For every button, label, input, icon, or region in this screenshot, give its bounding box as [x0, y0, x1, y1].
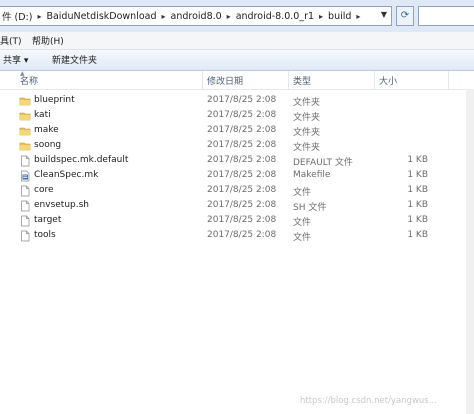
refresh-button[interactable]: ⟳ — [396, 6, 414, 26]
search-input[interactable] — [418, 6, 474, 26]
column-divider[interactable] — [202, 71, 203, 89]
list-item[interactable]: CleanSpec.mk 2017/8/25 2:08 Makefile 1 K… — [0, 169, 474, 184]
column-header-name[interactable]: 名称 — [20, 74, 38, 87]
folder-icon — [19, 97, 31, 106]
file-date: 2017/8/25 2:08 — [207, 230, 277, 240]
breadcrumb-drive[interactable]: 件 (D:) — [0, 9, 34, 23]
list-item[interactable]: soong 2017/8/25 2:08 文件夹 — [0, 139, 474, 154]
menu-bar: 具(T) 帮助(H) — [0, 32, 474, 50]
menu-help[interactable]: 帮助(H) — [32, 34, 64, 47]
file-icon — [21, 200, 30, 212]
file-name: soong — [34, 140, 62, 150]
column-header-size[interactable]: 大小 — [379, 74, 397, 87]
file-type: 文件夹 — [293, 98, 321, 108]
folder-icon — [19, 127, 31, 136]
address-bar-region: 件 (D:) ▸ BaiduNetdiskDownload ▸ android8.0 ▸ a… — [0, 0, 474, 33]
file-size: 1 KB — [407, 230, 428, 240]
file-date: 2017/8/25 2:08 — [207, 155, 277, 165]
breadcrumb-android8[interactable]: android8.0 — [169, 11, 224, 22]
list-item[interactable]: make 2017/8/25 2:08 文件夹 — [0, 124, 474, 139]
list-item[interactable]: kati 2017/8/25 2:08 文件夹 — [0, 109, 474, 124]
file-date: 2017/8/25 2:08 — [207, 170, 277, 180]
column-divider[interactable] — [374, 71, 375, 89]
file-name: buildspec.mk.default — [34, 155, 129, 165]
breadcrumb-separator-icon[interactable]: ▸ — [353, 12, 363, 21]
list-item[interactable]: buildspec.mk.default 2017/8/25 2:08 DEFA… — [0, 154, 474, 169]
breadcrumb-baidunetdiskdownload[interactable]: BaiduNetdiskDownload — [44, 11, 158, 22]
list-item[interactable]: target 2017/8/25 2:08 文件 1 KB — [0, 214, 474, 229]
file-name: kati — [34, 110, 51, 120]
file-name: envsetup.sh — [34, 200, 89, 210]
column-divider[interactable] — [288, 71, 289, 89]
file-date: 2017/8/25 2:08 — [207, 125, 277, 135]
file-date: 2017/8/25 2:08 — [207, 110, 277, 120]
file-icon — [21, 155, 30, 167]
file-date: 2017/8/25 2:08 — [207, 200, 277, 210]
file-size: 1 KB — [407, 215, 428, 225]
column-header-date[interactable]: 修改日期 — [207, 74, 243, 87]
share-button[interactable]: 共享 ▾ — [3, 53, 28, 66]
file-type: Makefile — [293, 170, 331, 180]
breadcrumb-separator-icon[interactable]: ▸ — [316, 12, 326, 21]
file-type: 文件 — [293, 233, 312, 243]
folder-icon — [19, 142, 31, 151]
list-item[interactable]: envsetup.sh 2017/8/25 2:08 SH 文件 1 KB — [0, 199, 474, 214]
address-dropdown-icon[interactable]: ▼ — [381, 10, 387, 19]
file-size: 1 KB — [407, 200, 428, 210]
file-date: 2017/8/25 2:08 — [207, 140, 277, 150]
new-folder-button[interactable]: 新建文件夹 — [52, 53, 97, 66]
breadcrumb-build[interactable]: build — [326, 11, 353, 22]
file-type: 文件夹 — [293, 128, 321, 138]
file-type: DEFAULT 文件 — [293, 158, 353, 168]
file-icon — [21, 230, 30, 242]
file-size: 1 KB — [407, 170, 428, 180]
file-name: blueprint — [34, 95, 75, 105]
breadcrumb-android-8-0-0-r1[interactable]: android-8.0.0_r1 — [234, 11, 316, 22]
file-name: make — [34, 125, 59, 135]
breadcrumb-separator-icon[interactable]: ▸ — [159, 12, 169, 21]
list-item[interactable]: core 2017/8/25 2:08 文件 1 KB — [0, 184, 474, 199]
address-bar[interactable]: 件 (D:) ▸ BaiduNetdiskDownload ▸ android8.0 ▸ a… — [0, 6, 392, 26]
folder-icon — [19, 112, 31, 121]
file-date: 2017/8/25 2:08 — [207, 95, 277, 105]
watermark: https://blog.csdn.net/yangwus... — [300, 396, 437, 406]
file-name: CleanSpec.mk — [34, 170, 99, 180]
file-name: core — [34, 185, 54, 195]
makefile-icon — [21, 170, 30, 182]
file-type: 文件夹 — [293, 113, 321, 123]
refresh-icon: ⟳ — [400, 10, 410, 21]
file-type: SH 文件 — [293, 203, 327, 213]
file-date: 2017/8/25 2:08 — [207, 215, 277, 225]
file-name: tools — [34, 230, 56, 240]
vertical-scrollbar[interactable] — [466, 89, 474, 414]
breadcrumb: 件 (D:) ▸ BaiduNetdiskDownload ▸ android8.0 ▸ a… — [0, 9, 363, 24]
column-header: ▲ 名称 修改日期 类型 大小 — [0, 70, 474, 90]
file-icon — [21, 185, 30, 197]
file-type: 文件夹 — [293, 143, 321, 153]
file-type: 文件 — [293, 218, 312, 228]
toolbar: 共享 ▾ 新建文件夹 — [0, 50, 474, 71]
list-item[interactable]: blueprint 2017/8/25 2:08 文件夹 — [0, 94, 474, 109]
file-name: target — [34, 215, 62, 225]
list-item[interactable]: tools 2017/8/25 2:08 文件 1 KB — [0, 229, 474, 244]
column-divider[interactable] — [448, 71, 449, 89]
file-size: 1 KB — [407, 185, 428, 195]
breadcrumb-separator-icon[interactable]: ▸ — [224, 12, 234, 21]
file-icon — [21, 215, 30, 227]
menu-tools[interactable]: 具(T) — [0, 34, 22, 47]
file-date: 2017/8/25 2:08 — [207, 185, 277, 195]
file-type: 文件 — [293, 188, 312, 198]
column-header-type[interactable]: 类型 — [293, 74, 311, 87]
breadcrumb-separator-icon[interactable]: ▸ — [34, 12, 44, 21]
file-size: 1 KB — [407, 155, 428, 165]
